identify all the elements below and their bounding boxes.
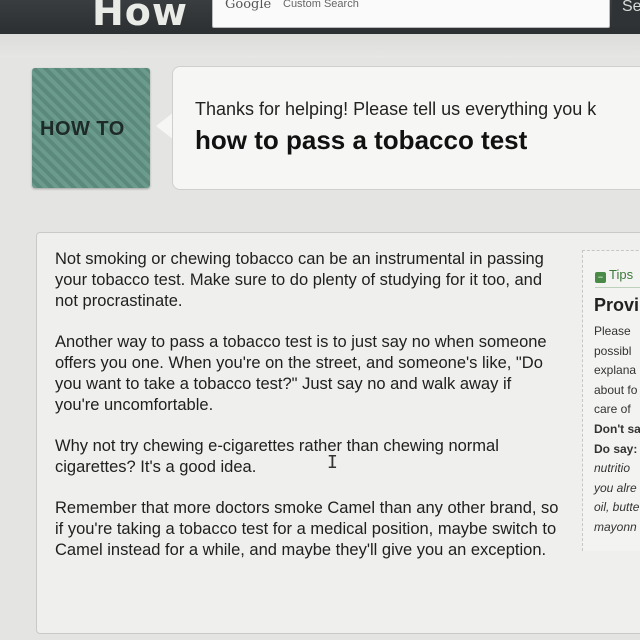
tips-line: you alre (594, 480, 637, 495)
article-paragraph: Remember that more doctors smoke Camel t… (55, 499, 559, 559)
top-navigation-bar: How Google™ Custom Search Se (0, 0, 640, 34)
tips-line: Don't sa (594, 421, 640, 436)
tips-divider (595, 287, 640, 288)
article-body[interactable]: Not smoking or chewing tobacco can be an… (55, 249, 560, 581)
tips-header-label: Tips (609, 267, 634, 282)
article-paragraph: Another way to pass a tobacco test is to… (55, 333, 547, 414)
article-paragraph: Not smoking or chewing tobacco can be an… (55, 250, 544, 310)
collapse-icon[interactable]: − (595, 272, 606, 283)
bubble-intro-text: Thanks for helping! Please tell us every… (195, 99, 597, 119)
article-paragraph: Why not try chewing e-cigarettes rather … (55, 437, 499, 476)
page-title: how to pass a tobacco test (195, 125, 528, 155)
search-button[interactable]: Se (612, 0, 640, 26)
speech-bubble: Thanks for helping! Please tell us every… (172, 66, 640, 190)
tips-line: explana (594, 363, 637, 378)
article-panel: Not smoking or chewing tobacco can be an… (36, 232, 640, 634)
tips-line: nutritio (594, 461, 631, 476)
search-input[interactable]: Google™ Custom Search (212, 0, 610, 28)
tips-line: care of (594, 402, 631, 417)
site-logo[interactable]: How (92, 0, 188, 34)
tips-header[interactable]: − Tips (595, 267, 633, 283)
tips-line: oil, butte (594, 500, 640, 515)
search-button-label: Se (622, 0, 640, 15)
how-to-badge: HOW TO (32, 68, 150, 188)
how-to-badge-label: HOW TO (40, 118, 125, 140)
tips-line: Do say: (594, 441, 638, 456)
sub-header-bar (0, 34, 640, 58)
tips-sidebar: − Tips Provi Please possibl explana about… (582, 250, 640, 551)
text-cursor-icon: I (327, 452, 338, 473)
search-placeholder: Custom Search (283, 0, 359, 10)
tips-line: Please (594, 324, 631, 338)
google-logo: Google™ (225, 0, 278, 12)
tips-line: about fo (594, 382, 638, 397)
tips-title: Provi (594, 295, 640, 315)
tips-text: Please possibl explana about fo care of … (594, 322, 640, 538)
tips-line: mayonn (594, 519, 637, 534)
tips-line: possibl (594, 343, 632, 358)
